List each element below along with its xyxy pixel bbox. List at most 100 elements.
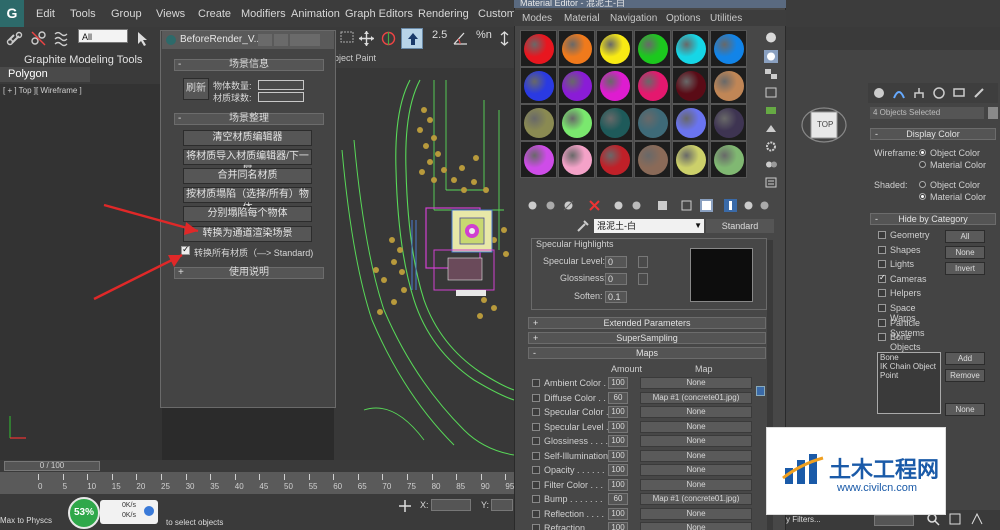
sample-type-icon[interactable] [764, 31, 778, 44]
show-map-icon[interactable] [680, 199, 693, 212]
material-slot[interactable] [558, 30, 595, 67]
rollout-extended-parameters[interactable]: + Extended Parameters [528, 317, 766, 329]
pick-material-eyedropper-icon[interactable] [576, 219, 590, 233]
map-amount-spinner[interactable]: 60 [608, 391, 628, 404]
wireframe-material-color-radio[interactable] [919, 161, 926, 168]
soften-spinner[interactable]: 0.1 [605, 291, 627, 303]
category-checkbox[interactable] [878, 304, 886, 312]
select-move-icon[interactable] [358, 30, 375, 47]
me-menu-modes[interactable]: Modes [522, 13, 552, 24]
me-menu-utilities[interactable]: Utilities [710, 13, 742, 24]
hide-all-button[interactable]: All [945, 230, 985, 243]
category-checkbox[interactable] [878, 231, 886, 239]
select-object-icon[interactable] [134, 30, 151, 47]
spinner-snap-icon[interactable] [496, 30, 513, 47]
map-amount-spinner[interactable]: 100 [608, 377, 628, 389]
network-plus-icon[interactable] [144, 506, 154, 516]
maximize-button[interactable] [274, 34, 288, 46]
specular-level-spinner[interactable]: 0 [605, 256, 627, 268]
menu-graph-editors[interactable]: Graph Editors [345, 8, 413, 20]
motion-tab-icon[interactable] [932, 86, 946, 100]
map-amount-spinner[interactable]: 60 [608, 493, 628, 505]
material-slot[interactable] [710, 67, 747, 104]
material-type-button[interactable]: Standard [706, 219, 774, 233]
hierarchy-tab-icon[interactable] [912, 86, 926, 100]
material-slot[interactable] [672, 67, 709, 104]
category-checkbox[interactable] [878, 318, 886, 327]
sample-uv-tiling-icon[interactable] [764, 86, 778, 99]
category-checkbox[interactable] [878, 333, 886, 342]
material-slot[interactable] [634, 30, 671, 67]
map-slot-button[interactable]: None [640, 377, 752, 389]
assign-to-selection-icon[interactable] [562, 199, 575, 212]
remove-category-button[interactable]: Remove [945, 369, 985, 382]
custom-category-list[interactable]: Bone IK Chain Object Point [877, 352, 941, 414]
y-coord-field[interactable] [491, 499, 513, 511]
map-slot-button[interactable]: None [640, 464, 752, 476]
map-slot-button[interactable]: None [640, 435, 752, 447]
menu-custom[interactable]: Custom [478, 8, 516, 20]
map-slot-button[interactable]: None [640, 522, 752, 530]
menu-modifiers[interactable]: Modifiers [241, 8, 286, 20]
material-id-channel-icon[interactable] [656, 199, 669, 212]
map-amount-spinner[interactable]: 100 [608, 522, 628, 530]
link-icon[interactable] [6, 30, 23, 47]
material-slot[interactable] [520, 30, 557, 67]
material-slot[interactable] [672, 141, 709, 178]
material-slot[interactable] [710, 141, 747, 178]
map-slot-button[interactable]: Map #1 (concrete01.jpg) [640, 493, 752, 505]
map-slot-button[interactable]: None [640, 406, 752, 418]
material-slot[interactable] [558, 141, 595, 178]
viewport-label[interactable]: [ + ] Top ][ Wireframe ] [3, 86, 82, 95]
before-render-titlebar[interactable]: BeforeRender_V... [162, 31, 334, 49]
map-amount-spinner[interactable]: 100 [608, 478, 628, 491]
material-options-icon[interactable] [758, 199, 771, 212]
window-crossing-icon[interactable] [340, 30, 357, 47]
category-list-item-point[interactable]: Point [878, 371, 940, 380]
rollout-scene-organize[interactable]: - 场景整理 [174, 113, 324, 125]
ribbon-tab-polygon-modeling[interactable]: Polygon Modeling [0, 67, 90, 95]
material-slot[interactable] [710, 30, 747, 67]
make-preview-icon[interactable] [764, 122, 778, 135]
object-paint-label[interactable]: bject Paint [334, 53, 376, 63]
material-name-field[interactable]: 混泥土-白 ▼ [594, 219, 704, 233]
glossiness-map-button[interactable] [638, 273, 648, 285]
selection-name-field[interactable]: 4 Objects Selected [870, 107, 984, 119]
reset-map-icon[interactable] [588, 199, 601, 212]
category-list-item-ik-chain[interactable]: IK Chain Object [878, 362, 940, 371]
snap-value[interactable]: 2.5 [432, 29, 447, 41]
show-end-result-icon[interactable] [700, 199, 713, 212]
map-enable-checkbox[interactable] [532, 509, 540, 518]
modify-tab-icon[interactable] [892, 86, 906, 100]
material-slot[interactable] [596, 141, 633, 178]
material-slot[interactable] [558, 104, 595, 141]
unlink-icon[interactable] [30, 30, 47, 47]
wireframe-object-color-radio[interactable] [919, 149, 926, 156]
backlight-icon[interactable] [764, 50, 778, 63]
material-slot[interactable] [634, 141, 671, 178]
field-of-view-icon[interactable] [970, 512, 984, 526]
performance-meter[interactable]: 53% [68, 497, 100, 529]
top-viewport[interactable] [334, 50, 514, 460]
video-color-check-icon[interactable] [764, 104, 778, 117]
go-to-parent-icon[interactable] [724, 199, 737, 212]
map-enable-checkbox[interactable] [532, 466, 540, 474]
options-icon[interactable] [764, 140, 778, 153]
minimize-button[interactable] [258, 34, 272, 46]
select-by-material-icon[interactable] [764, 158, 778, 171]
category-none-button[interactable]: None [945, 403, 985, 416]
rollout-hide-by-category[interactable]: - Hide by Category [870, 213, 996, 225]
absolute-mode-icon[interactable] [398, 499, 412, 513]
utilities-tab-icon[interactable] [972, 86, 986, 100]
time-slider-thumb[interactable]: 0 / 100 [4, 461, 100, 471]
material-slot[interactable] [558, 67, 595, 104]
zoom-extents-icon[interactable] [948, 512, 962, 526]
frame-field[interactable] [874, 515, 914, 526]
clear-material-editor-button[interactable]: 清空材质编辑器 [183, 130, 312, 146]
rollout-supersampling[interactable]: + SuperSampling [528, 332, 766, 344]
material-slot[interactable] [634, 104, 671, 141]
hide-none-button[interactable]: None [945, 246, 985, 259]
material-editor-titlebar[interactable]: Material Editor - 混泥土-白 [514, 0, 786, 8]
go-forward-sibling-icon[interactable] [742, 199, 755, 212]
background-icon[interactable] [764, 68, 778, 81]
